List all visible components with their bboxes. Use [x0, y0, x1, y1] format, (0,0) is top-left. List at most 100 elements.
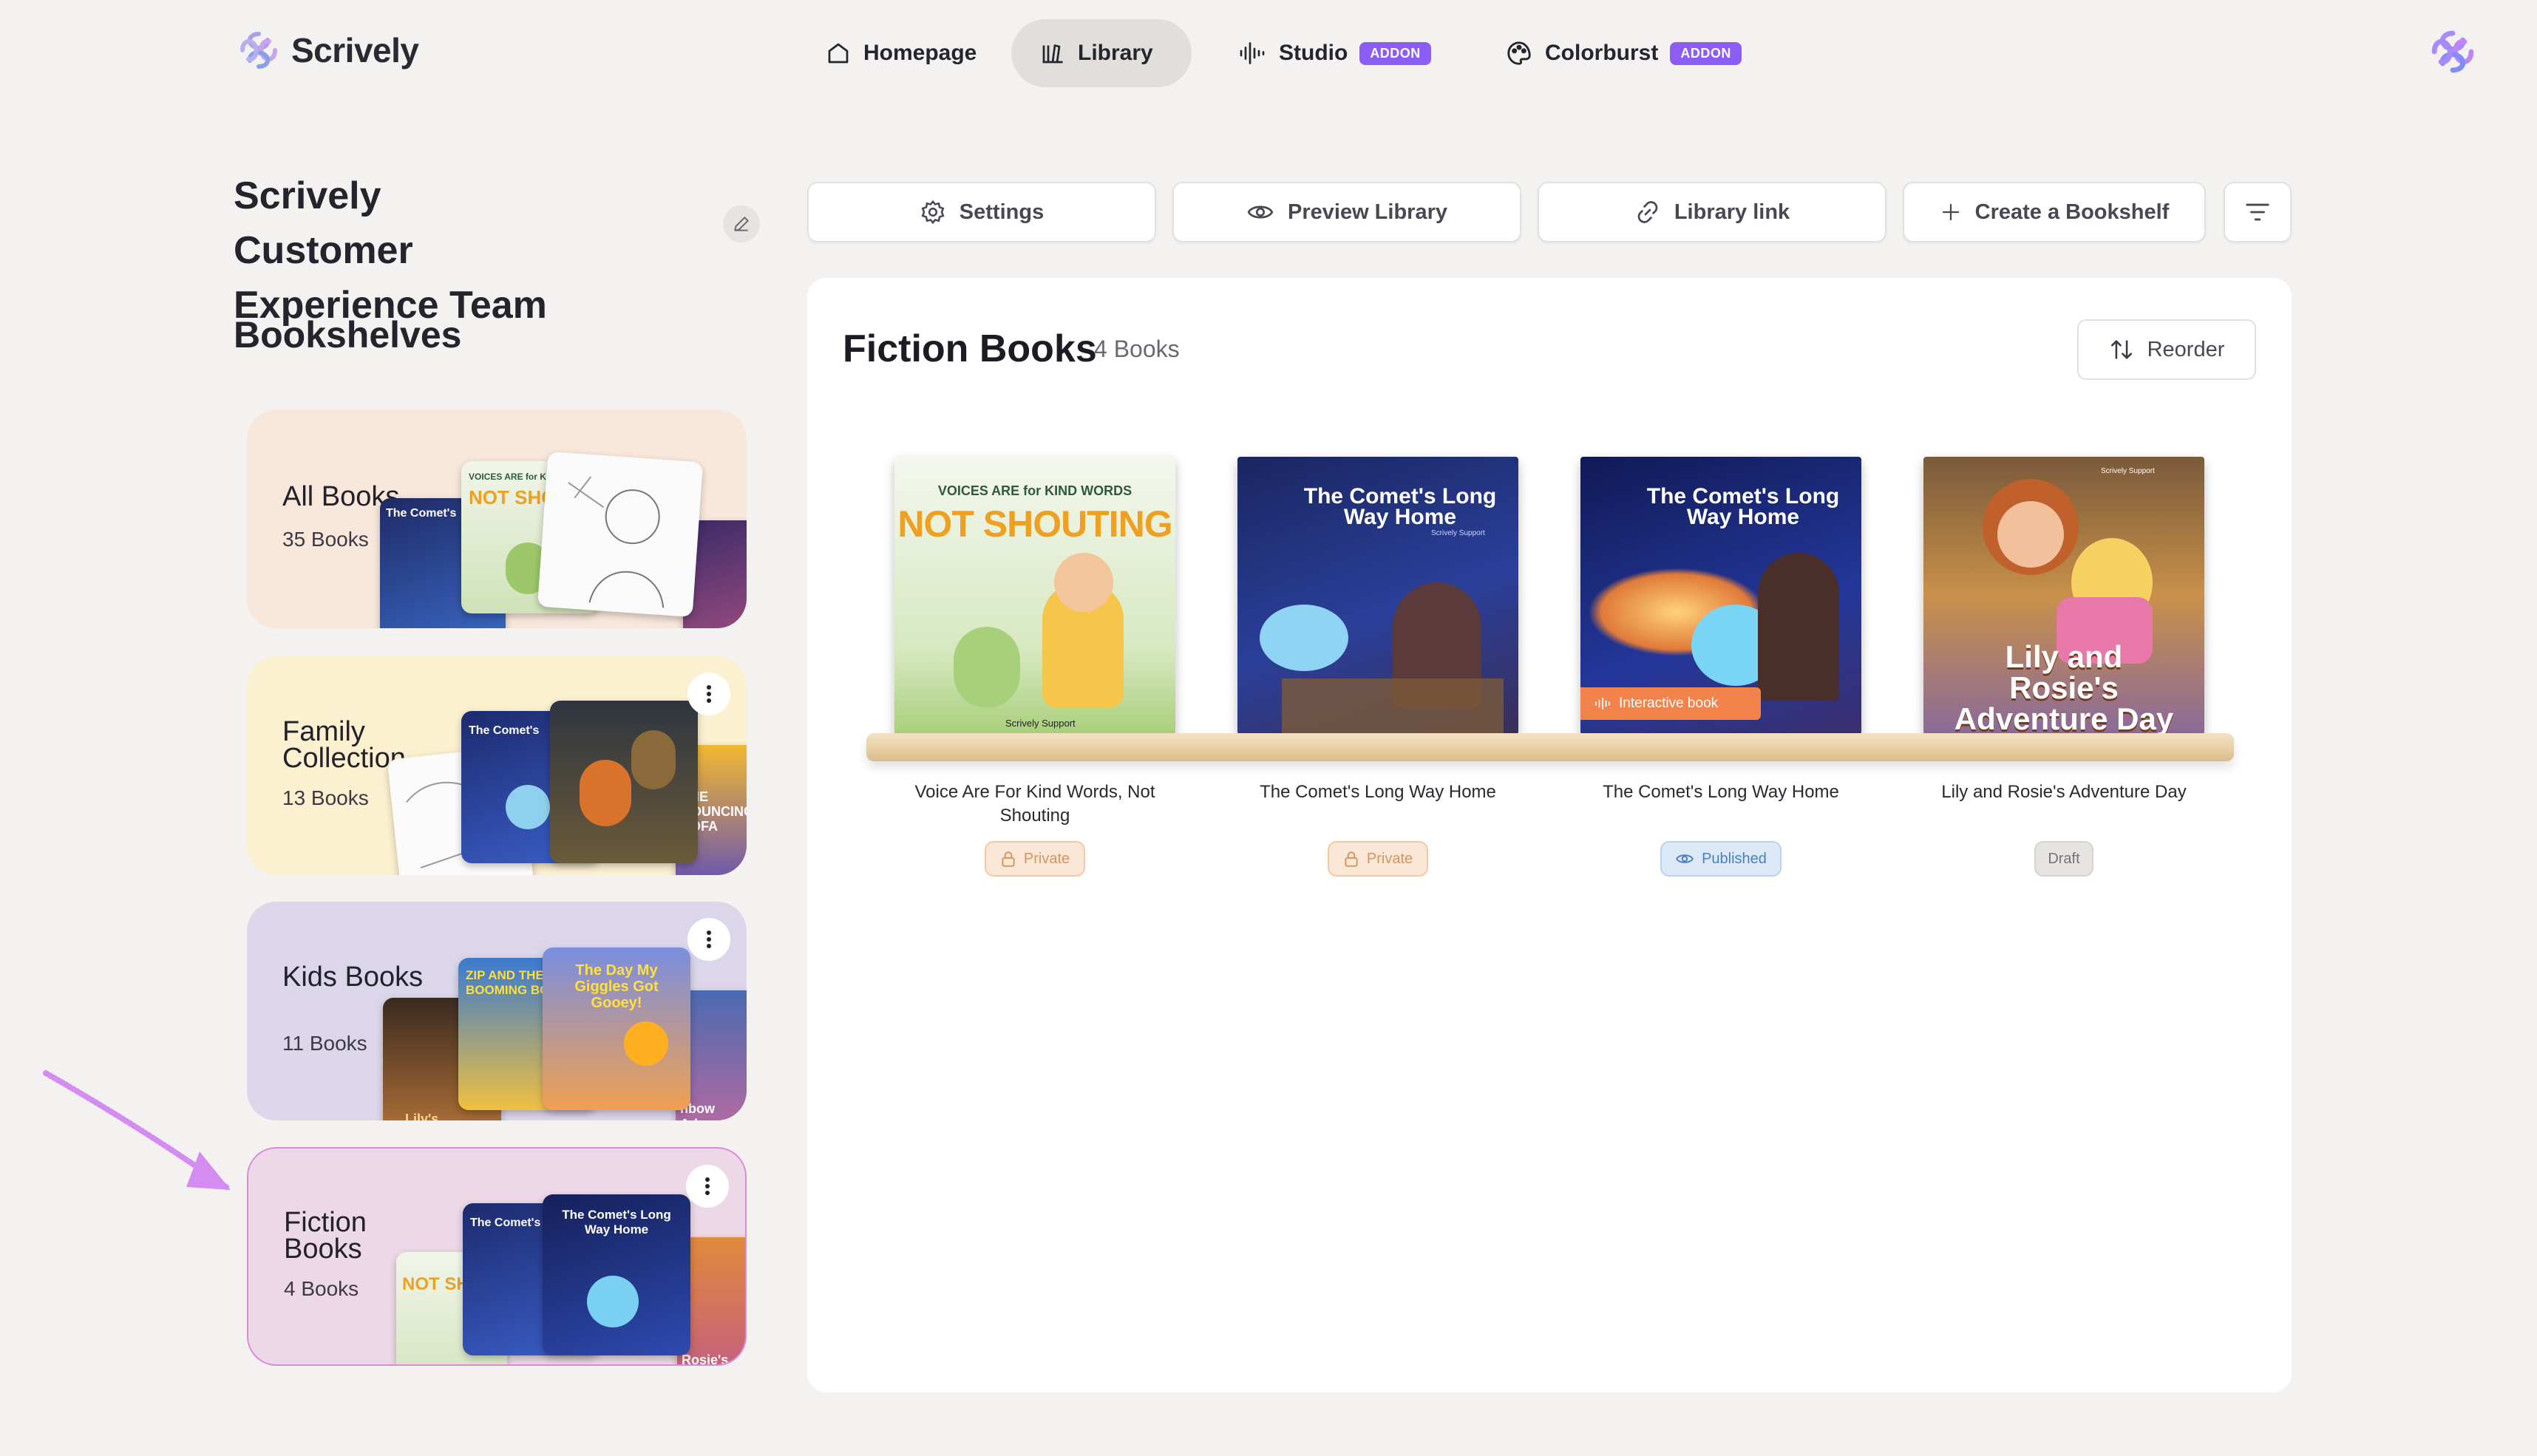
create-bookshelf-button[interactable]: Create a Bookshelf [1903, 182, 2206, 242]
bookshelf-panel [807, 278, 2292, 1392]
filter-icon [2246, 203, 2269, 221]
thumbnail-title: The Comet's [469, 724, 540, 737]
status-badge: Draft [2034, 841, 2093, 877]
thumbnail-title: nbow Advent [680, 1101, 725, 1120]
shelf-card-all-books[interactable]: All Books 35 Books The Comet's VOICES AR… [247, 409, 747, 628]
cover-author: Scrively Support [1005, 718, 1076, 729]
nav-colorburst[interactable]: Colorburst ADDON [1477, 19, 1770, 87]
thumbnail-title: VOICES ARE for K [469, 472, 546, 482]
book-thumbnail [550, 701, 698, 863]
library-link-label: Library link [1674, 200, 1790, 224]
user-avatar[interactable] [2428, 27, 2478, 81]
cover-title: Lily and Rosie's Adventure Day [1954, 639, 2174, 735]
book-cover[interactable]: VOICES ARE for KIND WORDS NOT SHOUTING S… [894, 457, 1175, 735]
book-title[interactable]: Lily and Rosie's Adventure Day [1923, 780, 2204, 804]
pencil-icon [734, 217, 749, 231]
settings-button[interactable]: Settings [807, 182, 1156, 242]
bookshelf-title: Fiction Books [843, 327, 1097, 370]
shelf-card-kids-books[interactable]: Kids Books 11 Books Lily's Adventure nbo… [247, 902, 747, 1120]
audio-wave-icon [1595, 697, 1610, 710]
settings-label: Settings [959, 200, 1045, 224]
status-label: Draft [2048, 850, 2080, 867]
shelf-count: 13 Books [282, 786, 369, 809]
eye-icon [1676, 854, 1694, 863]
cover-title: NOT SHOUTING [897, 503, 1172, 545]
eye-icon [1247, 205, 1274, 219]
coloring-book-thumbnail [537, 451, 704, 618]
plus-icon [1942, 203, 1959, 221]
addon-badge: ADDON [1670, 41, 1742, 65]
book-thumbnail: The Comet's Long Way Home [543, 1194, 690, 1355]
cover-author: Scrively Support [1431, 529, 1485, 537]
bookshelf-count: 4 Books [1094, 336, 1180, 362]
link-icon [1637, 201, 1658, 223]
book-cover[interactable]: The Comet's Long Way Home Scrively Suppo… [1237, 457, 1518, 735]
shelf-count: 11 Books [282, 1032, 367, 1055]
shelf-card-family-collection[interactable]: Family Collection 13 Books THE BOUNCING … [247, 656, 747, 875]
sort-arrows-icon [2110, 340, 2132, 359]
status-label: Private [1366, 850, 1413, 867]
cover-top-text: VOICES ARE for KIND WORDS [937, 483, 1132, 498]
more-vertical-icon [707, 685, 711, 703]
home-icon [828, 43, 849, 64]
status-badge: Published [1660, 841, 1782, 877]
nav-studio[interactable]: Studio ADDON [1209, 19, 1459, 87]
palette-icon [1507, 41, 1531, 65]
brand-name: Scrively [291, 31, 419, 69]
thumbnail-title: The Day My Giggles Got Gooey! [574, 962, 659, 1011]
shelf-menu-button[interactable] [686, 1165, 729, 1208]
nav-colorburst-label: Colorburst [1545, 41, 1659, 65]
cover-title: The Comet's Long Way Home [1303, 484, 1497, 529]
shelf-count: 4 Books [284, 1277, 359, 1300]
team-name: Scrively Customer Experience Team [234, 174, 547, 327]
nav-homepage[interactable]: Homepage [797, 19, 1005, 87]
create-bookshelf-label: Create a Bookshelf [1974, 200, 2170, 224]
interactive-book-label: Interactive book [1619, 695, 1719, 711]
thumbnail-title: The Comet's Long Way Home [562, 1208, 671, 1236]
bookshelves-heading: Bookshelves [234, 314, 462, 356]
interactive-book-tag: Interactive book [1580, 687, 1761, 720]
brand-logo[interactable]: Scrively [237, 28, 419, 72]
nav-library[interactable]: Library [1011, 19, 1192, 87]
scrively-logo-icon [240, 32, 277, 69]
scrively-logo-icon [2431, 30, 2474, 73]
nav-library-label: Library [1078, 41, 1153, 65]
audio-wave-icon [1240, 42, 1265, 64]
nav-homepage-label: Homepage [863, 41, 977, 65]
pointing-arrow-icon [43, 1070, 231, 1190]
addon-badge: ADDON [1359, 41, 1431, 65]
shelf-plank [866, 733, 2234, 761]
thumbnail-title: NOT SH [402, 1274, 469, 1294]
thumbnail-title: The Comet's [386, 507, 457, 520]
shelf-name: Kids Books [282, 962, 424, 993]
book-cover[interactable]: Scrively Support Lily and Rosie's Advent… [1923, 457, 2204, 735]
shelf-count: 35 Books [282, 528, 369, 551]
preview-library-button[interactable]: Preview Library [1172, 182, 1521, 242]
more-vertical-icon [705, 1177, 710, 1195]
nav-studio-label: Studio [1279, 41, 1348, 65]
library-link-button[interactable]: Library link [1538, 182, 1886, 242]
filter-button[interactable] [2224, 182, 2292, 242]
shelf-card-fiction-books[interactable]: Fiction Books 4 Books NOT SH Rosie's ven… [247, 1147, 747, 1366]
shelf-menu-button[interactable] [687, 918, 730, 961]
book-title[interactable]: The Comet's Long Way Home [1580, 780, 1861, 804]
book-cover[interactable]: The Comet's Long Way Home Interactive bo… [1580, 457, 1861, 735]
status-badge: Private [1328, 841, 1428, 877]
reorder-button[interactable]: Reorder [2077, 319, 2256, 380]
thumbnail-title: Rosie's venture D [682, 1353, 729, 1366]
edit-team-name-button[interactable] [723, 205, 760, 242]
status-label: Published [1702, 850, 1767, 867]
cover-author: Scrively Support [2101, 467, 2155, 475]
book-thumbnail: The Day My Giggles Got Gooey! [543, 948, 690, 1110]
shelf-menu-button[interactable] [687, 673, 730, 715]
reorder-label: Reorder [2147, 337, 2225, 361]
thumbnail-title: Lily's Adventure [405, 1112, 439, 1120]
library-icon [1042, 44, 1063, 64]
more-vertical-icon [707, 931, 711, 948]
book-title[interactable]: Voice Are For Kind Words, Not Shouting [894, 780, 1175, 828]
status-badge: Private [985, 841, 1085, 877]
gear-icon [921, 200, 945, 225]
lock-icon [1345, 851, 1358, 867]
book-title[interactable]: The Comet's Long Way Home [1237, 780, 1518, 804]
lock-icon [1002, 851, 1015, 867]
